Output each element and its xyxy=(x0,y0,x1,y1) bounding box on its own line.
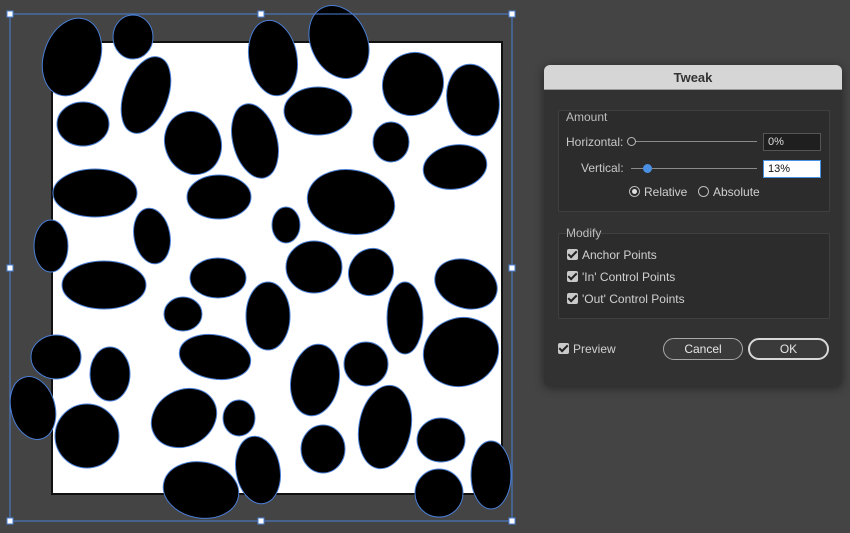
horizontal-label: Horizontal: xyxy=(566,135,624,149)
selection-handle[interactable] xyxy=(257,10,265,18)
anchor-points-checkbox[interactable] xyxy=(567,249,578,260)
selection-handle[interactable] xyxy=(6,517,14,525)
vertical-slider-knob[interactable] xyxy=(642,164,652,173)
relative-radio[interactable] xyxy=(629,186,640,197)
preview-checkbox[interactable] xyxy=(558,343,569,354)
in-control-points-checkbox[interactable] xyxy=(567,271,578,282)
anchor-points-label[interactable]: Anchor Points xyxy=(582,248,657,262)
in-control-points-label[interactable]: 'In' Control Points xyxy=(582,270,675,284)
leopard-spot[interactable] xyxy=(245,281,291,351)
leopard-spot[interactable] xyxy=(189,257,247,299)
leopard-spot[interactable] xyxy=(343,341,389,387)
leopard-spot[interactable] xyxy=(470,440,512,510)
dialog-title: Tweak xyxy=(544,65,842,90)
leopard-spot[interactable] xyxy=(52,168,138,218)
leopard-spot[interactable] xyxy=(222,399,256,437)
leopard-spot[interactable] xyxy=(54,403,120,469)
selection-handle[interactable] xyxy=(508,10,516,18)
leopard-spot[interactable] xyxy=(112,14,154,60)
selection-handle[interactable] xyxy=(508,517,516,525)
leopard-spot[interactable] xyxy=(61,260,147,310)
selection-handle[interactable] xyxy=(257,517,265,525)
absolute-radio[interactable] xyxy=(698,186,709,197)
leopard-spot[interactable] xyxy=(283,86,353,136)
cancel-button[interactable]: Cancel xyxy=(663,338,743,360)
leopard-spot[interactable] xyxy=(30,334,82,380)
leopard-spot[interactable] xyxy=(285,240,343,294)
leopard-spot[interactable] xyxy=(163,296,203,332)
preview-label[interactable]: Preview xyxy=(573,342,616,356)
absolute-label[interactable]: Absolute xyxy=(713,185,760,199)
leopard-spot[interactable] xyxy=(186,174,252,220)
horizontal-slider-track[interactable] xyxy=(631,141,757,142)
leopard-spot[interactable] xyxy=(372,121,410,163)
horizontal-input[interactable]: 0% xyxy=(763,133,821,151)
leopard-spot[interactable] xyxy=(89,346,131,402)
out-control-points-label[interactable]: 'Out' Control Points xyxy=(582,292,685,306)
selection-handle[interactable] xyxy=(508,264,516,272)
amount-group-title: Amount xyxy=(566,110,608,124)
leopard-spot[interactable] xyxy=(33,219,69,273)
relative-label[interactable]: Relative xyxy=(644,185,687,199)
tweak-dialog[interactable]: Tweak Amount Horizontal: 0% Vertical: 13… xyxy=(544,65,842,386)
selection-handle[interactable] xyxy=(6,264,14,272)
leopard-spot[interactable] xyxy=(414,468,464,518)
leopard-spot[interactable] xyxy=(416,417,466,463)
leopard-spot[interactable] xyxy=(271,206,301,244)
leopard-spot[interactable] xyxy=(300,424,346,474)
horizontal-slider-knob[interactable] xyxy=(626,137,636,146)
ok-button[interactable]: OK xyxy=(748,338,829,360)
leopard-spot[interactable] xyxy=(56,101,110,147)
vertical-label: Vertical: xyxy=(581,161,624,175)
vertical-input[interactable]: 13% xyxy=(763,160,821,178)
modify-group-title: Modify xyxy=(566,226,602,240)
out-control-points-checkbox[interactable] xyxy=(567,293,578,304)
leopard-spot[interactable] xyxy=(386,281,424,355)
selection-handle[interactable] xyxy=(6,10,14,18)
